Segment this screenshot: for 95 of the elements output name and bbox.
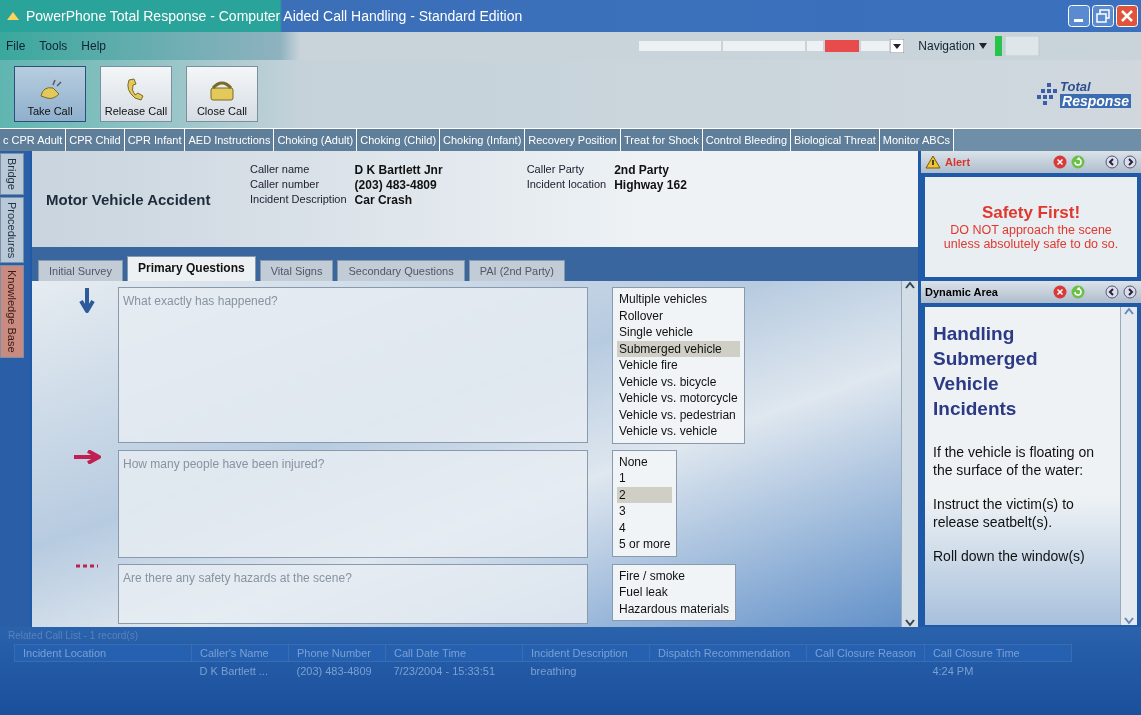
table-cell: 7/23/2004 - 15:33:51 [385, 661, 523, 680]
protocol-tab[interactable]: Biological Threat [791, 129, 880, 151]
answer-field[interactable]: How many people have been injured? [118, 449, 588, 558]
option-item[interactable]: Vehicle vs. pedestrian [617, 406, 740, 423]
tab[interactable]: PAI (2nd Party) [468, 260, 566, 281]
caret-icon [979, 43, 987, 49]
option-item[interactable]: None [617, 453, 673, 470]
back-icon[interactable] [1105, 155, 1119, 169]
protocol-tab[interactable]: CPR Child [66, 129, 125, 151]
logo-text: Total [1060, 80, 1092, 94]
alert-text: DO NOT approach the scene unless absolutely safe to do so. [942, 223, 1120, 251]
field-value: Highway 162 [614, 178, 687, 192]
article-paragraph: Roll down the window(s) [933, 547, 1086, 565]
side-tab[interactable]: Bridge [0, 153, 24, 195]
toolbar-button[interactable]: Take Call [14, 66, 86, 122]
scrollbar[interactable] [901, 281, 918, 627]
field-label: Caller name [250, 163, 311, 177]
tab[interactable]: Primary Questions [127, 256, 256, 281]
option-item[interactable]: Multiple vehicles [617, 291, 740, 308]
option-item[interactable]: Fuel leak [617, 584, 732, 601]
warning-icon [925, 155, 941, 169]
side-tab[interactable]: Procedures [0, 196, 24, 264]
option-item[interactable]: Single vehicle [617, 324, 740, 341]
article-paragraph: Instruct the victim(s) to release seatbelt(s). [933, 495, 1075, 531]
menu-item[interactable]: File [6, 39, 26, 53]
arrow-right-icon [73, 449, 101, 464]
protocol-tab[interactable]: Choking (Child) [357, 129, 441, 151]
protocol-tab[interactable]: CPR Infant [124, 129, 186, 151]
close-button[interactable] [1116, 5, 1138, 27]
menu-item[interactable]: Tools [39, 39, 68, 53]
field-value: (203) 483-4809 [354, 178, 438, 192]
panel-title: Alert [945, 156, 972, 168]
field-label: Incident location [526, 178, 607, 192]
forward-icon[interactable] [1123, 155, 1137, 169]
toolbar-button[interactable]: Close Call [186, 66, 258, 122]
alert-heading: Safety First! [981, 203, 1081, 223]
protocol-tab[interactable]: Recovery Position [525, 129, 621, 151]
option-item[interactable]: Submerged vehicle [617, 340, 740, 357]
close-icon[interactable] [1053, 155, 1067, 169]
answer-field[interactable]: Are there any safety hazards at the scene? [118, 563, 588, 624]
protocol-tab[interactable]: Treat for Shock [620, 129, 703, 151]
option-item[interactable]: Vehicle vs. bicycle [617, 373, 740, 390]
table-cell: breathing [522, 661, 650, 680]
dropdown-icon[interactable] [890, 39, 905, 53]
field-label: Incident Description [250, 193, 347, 207]
field-label: Caller number [250, 178, 321, 192]
arrow-down-icon [79, 287, 95, 313]
maximize-button[interactable] [1092, 5, 1114, 27]
option-item[interactable]: 2 [617, 486, 673, 503]
protocol-tab[interactable]: Choking (Adult) [274, 129, 358, 151]
incident-title: Motor Vehicle Accident [46, 190, 212, 208]
tab[interactable]: Initial Survey [38, 260, 123, 281]
field-value: 2nd Party [614, 163, 670, 177]
option-item[interactable]: 5 or more [617, 536, 673, 553]
app-icon [6, 10, 20, 22]
protocol-tab[interactable]: Control Bleeding [702, 129, 792, 151]
tab[interactable]: Secondary Questions [337, 260, 465, 281]
scroll-down-icon[interactable] [905, 619, 915, 627]
navigation-menu[interactable]: Navigation [918, 39, 975, 53]
field-value: Car Crash [354, 193, 413, 207]
table-cell: D K Bartlett ... [191, 661, 289, 680]
article-paragraph: If the vehicle is floating on the surface of the water: [933, 443, 1096, 479]
option-item[interactable]: Vehicle vs. motorcycle [617, 390, 740, 407]
forward-icon[interactable] [1123, 285, 1137, 299]
toolbar-button[interactable]: Release Call [100, 66, 172, 122]
minimize-button[interactable] [1068, 5, 1090, 27]
panel-title: Dynamic Area [925, 286, 999, 298]
menu-item[interactable]: Help [81, 39, 107, 53]
answer-field[interactable]: What exactly has happened? [118, 287, 588, 443]
logo-icon [1037, 81, 1058, 107]
option-item[interactable]: Fire / smoke [617, 567, 732, 584]
option-item[interactable]: Vehicle fire [617, 357, 740, 374]
table-cell: (203) 483-4809 [288, 661, 386, 680]
option-item[interactable]: Vehicle vs. vehicle [617, 423, 740, 440]
field-label: Caller Party [526, 163, 586, 177]
option-item[interactable]: 4 [617, 519, 673, 536]
close-icon[interactable] [1053, 285, 1067, 299]
protocol-tab[interactable]: Monitor ABCs [879, 129, 955, 151]
window-title: PowerPhone Total Response - Computer Aided Call Handling - Standard Edition [26, 8, 523, 24]
protocol-tab[interactable]: Choking (Infant) [440, 129, 526, 151]
protocol-tab[interactable]: AED Instructions [185, 129, 275, 151]
option-item[interactable]: 3 [617, 503, 673, 520]
logo-text: Response [1060, 94, 1131, 108]
option-item[interactable]: Hazardous materials [617, 600, 732, 617]
option-item[interactable]: Rollover [617, 307, 740, 324]
protocol-tab[interactable]: c CPR Adult [0, 129, 67, 151]
tab[interactable]: Vital Signs [259, 260, 334, 281]
field-value: D K Bartlett Jnr [354, 163, 443, 177]
side-tab[interactable]: Knowledge Base [0, 265, 24, 358]
table-cell: 4:24 PM [924, 661, 1072, 680]
scroll-up-icon[interactable] [905, 281, 915, 289]
back-icon[interactable] [1105, 285, 1119, 299]
article-heading: Handling Submerged Vehicle Incidents [933, 322, 1039, 421]
dashes-icon [76, 563, 98, 568]
option-item[interactable]: 1 [617, 470, 673, 487]
